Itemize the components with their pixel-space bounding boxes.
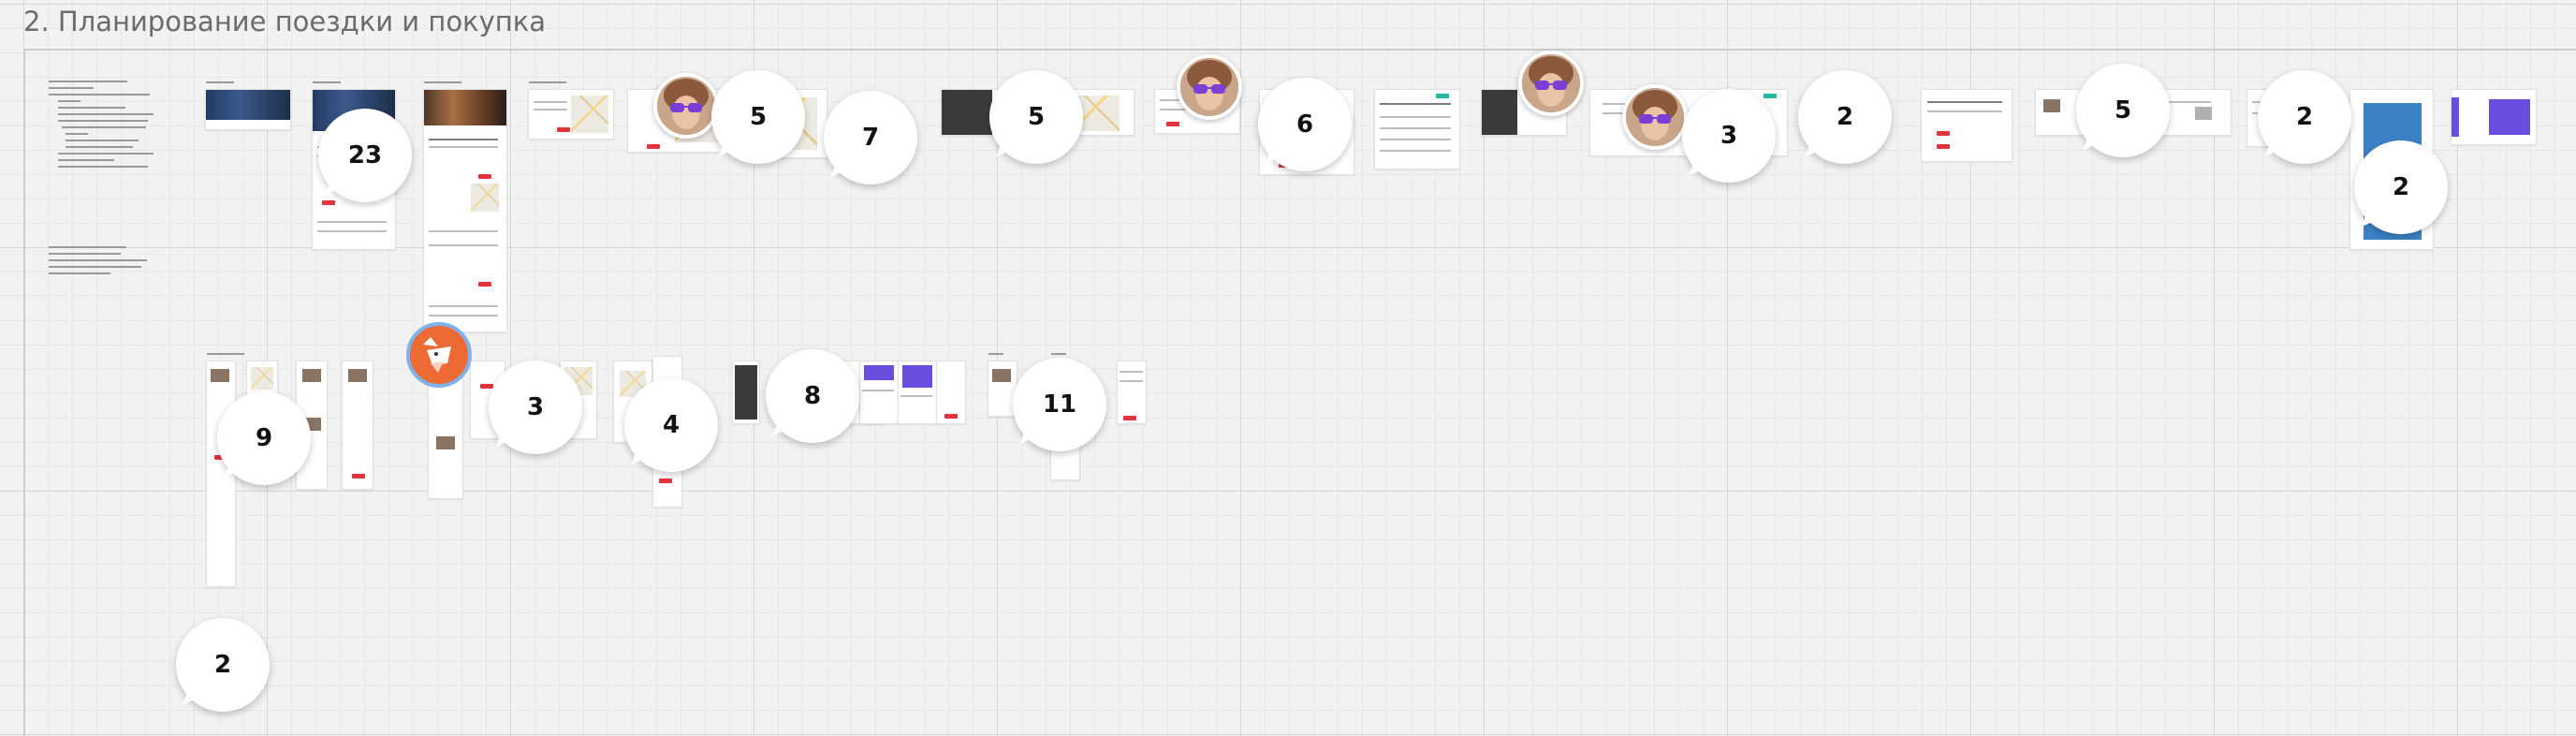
comment-count-badge[interactable]: 5	[989, 70, 1083, 164]
screen-frame[interactable]	[528, 81, 614, 140]
screen-frame[interactable]	[205, 81, 291, 130]
comment-count: 2	[2295, 103, 2314, 131]
screen-frame[interactable]	[1921, 89, 2012, 162]
avatar-sunglasses-icon[interactable]	[653, 73, 719, 139]
comment-count: 6	[1295, 110, 1314, 139]
screen-frame[interactable]	[732, 361, 760, 424]
screen-frame[interactable]	[423, 81, 507, 332]
comment-count: 23	[347, 141, 383, 169]
notes-block-top	[49, 81, 161, 172]
board-title: 2. Планирование поездки и покупка	[23, 6, 546, 37]
comment-count: 5	[1027, 103, 1046, 131]
fox-icon[interactable]	[406, 322, 472, 388]
comment-count-badge[interactable]: 8	[766, 349, 859, 443]
comment-count: 5	[749, 103, 768, 131]
screen-frame[interactable]	[342, 361, 373, 490]
comment-count: 4	[662, 411, 681, 439]
comment-count: 2	[213, 651, 232, 679]
screen-frame[interactable]	[898, 361, 937, 424]
screen-frame[interactable]	[936, 361, 966, 424]
notes-block-bottom	[49, 246, 152, 279]
comment-count-badge[interactable]: 23	[318, 109, 412, 202]
comment-count: 9	[255, 424, 273, 452]
screen-frame[interactable]	[859, 361, 899, 424]
avatar-sunglasses-icon[interactable]	[1177, 54, 1242, 120]
comment-count-badge[interactable]: 7	[824, 91, 917, 184]
comment-count-badge[interactable]: 5	[2076, 64, 2170, 157]
comment-count: 5	[2114, 96, 2132, 125]
comment-count-badge[interactable]: 2	[2354, 140, 2448, 234]
avatar-sunglasses-icon[interactable]	[1622, 84, 1688, 150]
comment-count-badge[interactable]: 5	[711, 70, 805, 164]
screen-frame[interactable]	[2451, 89, 2537, 145]
comment-count-badge[interactable]: 6	[1258, 78, 1352, 171]
comment-count: 11	[1042, 390, 1077, 419]
comment-count: 3	[1720, 122, 1738, 150]
comment-count-badge[interactable]: 11	[1013, 358, 1106, 451]
comment-count-badge[interactable]: 2	[2258, 70, 2351, 164]
comment-count: 2	[2392, 173, 2410, 201]
avatar-sunglasses-icon[interactable]	[1518, 51, 1584, 116]
comment-count: 7	[861, 124, 880, 152]
comment-count-badge[interactable]: 9	[217, 391, 311, 485]
comment-count-badge[interactable]: 2	[176, 618, 270, 712]
comment-count-badge[interactable]: 3	[489, 361, 582, 454]
comment-count: 3	[526, 393, 545, 421]
screen-frame[interactable]	[1117, 361, 1147, 424]
comment-count-badge[interactable]: 2	[1798, 70, 1892, 164]
comment-count: 8	[803, 382, 822, 410]
screen-frame[interactable]	[1374, 89, 1460, 169]
comment-count-badge[interactable]: 4	[624, 378, 718, 472]
comment-count: 2	[1836, 103, 1854, 131]
comment-count-badge[interactable]: 3	[1682, 89, 1776, 183]
